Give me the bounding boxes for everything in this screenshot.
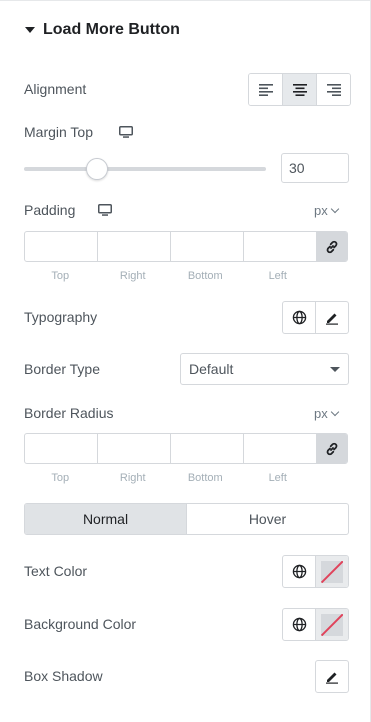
box-shadow-label: Box Shadow: [24, 668, 103, 684]
padding-inputs: [24, 231, 348, 262]
caret-down-icon: [25, 27, 35, 33]
global-typography-button[interactable]: [283, 302, 316, 333]
align-right-button[interactable]: [317, 74, 350, 105]
global-color-button[interactable]: [283, 609, 316, 640]
align-right-icon: [326, 83, 341, 96]
radius-top-input[interactable]: [25, 434, 98, 463]
side-label-top: Top: [51, 270, 70, 282]
border-radius-unit: px: [314, 406, 328, 421]
border-radius-label: Border Radius: [24, 405, 114, 421]
chevron-down-icon: [330, 204, 339, 214]
alignment-label: Alignment: [24, 81, 87, 97]
typography-label: Typography: [24, 309, 98, 325]
side-label-right: Right: [119, 270, 146, 282]
globe-icon: [292, 310, 306, 325]
pencil-icon: [326, 672, 338, 684]
side-label-bottom: Bottom: [187, 270, 223, 282]
desktop-icon[interactable]: [98, 204, 112, 216]
align-left-button[interactable]: [249, 74, 283, 105]
background-color-picker[interactable]: [316, 609, 348, 640]
box-shadow-controls: [315, 660, 349, 693]
padding-unit-select[interactable]: px: [314, 203, 339, 218]
align-center-icon: [292, 83, 307, 96]
align-center-button[interactable]: [283, 74, 317, 105]
dropdown-arrow-icon: [330, 366, 340, 372]
margin-top-slider-handle[interactable]: [85, 158, 108, 180]
globe-icon: [292, 564, 306, 579]
section-toggle[interactable]: Load More Button: [25, 21, 180, 39]
section-title: Load More Button: [43, 21, 180, 38]
border-type-label: Border Type: [24, 361, 101, 377]
chevron-down-icon: [330, 407, 339, 417]
radius-left-input[interactable]: [244, 434, 317, 463]
padding-bottom-input[interactable]: [171, 232, 244, 261]
edit-box-shadow-button[interactable]: [316, 661, 348, 692]
pencil-icon: [326, 313, 338, 325]
globe-icon: [292, 617, 306, 632]
side-label-right: Right: [119, 472, 146, 484]
desktop-icon[interactable]: [119, 126, 133, 138]
padding-label: Padding: [24, 202, 76, 218]
border-radius-unit-select[interactable]: px: [314, 406, 339, 421]
border-type-select[interactable]: Default: [180, 353, 349, 385]
side-label-top: Top: [51, 472, 70, 484]
margin-top-slider-track[interactable]: [24, 167, 266, 171]
typography-controls: [282, 301, 349, 334]
text-color-picker[interactable]: [316, 556, 348, 587]
text-color-label: Text Color: [24, 563, 88, 579]
padding-side-labels: Top Right Bottom Left: [24, 270, 314, 282]
padding-right-input[interactable]: [98, 232, 171, 261]
state-tabs: Normal Hover: [24, 503, 349, 535]
side-label-left: Left: [268, 472, 287, 484]
tab-hover[interactable]: Hover: [186, 504, 348, 534]
side-label-left: Left: [268, 270, 287, 282]
margin-top-input[interactable]: 30: [281, 153, 349, 183]
edit-typography-button[interactable]: [316, 302, 348, 333]
radius-right-input[interactable]: [98, 434, 171, 463]
tab-normal[interactable]: Normal: [25, 504, 186, 534]
padding-left-input[interactable]: [244, 232, 317, 261]
margin-top-label: Margin Top: [24, 124, 94, 140]
color-swatch-empty: [321, 560, 343, 583]
color-swatch-empty: [321, 613, 343, 636]
link-icon: [326, 240, 338, 253]
link-values-button[interactable]: [317, 434, 347, 463]
padding-unit: px: [314, 203, 328, 218]
background-color-controls: [282, 608, 349, 641]
align-left-icon: [258, 83, 273, 96]
alignment-control: [248, 73, 351, 106]
radius-bottom-input[interactable]: [171, 434, 244, 463]
text-color-controls: [282, 555, 349, 588]
background-color-label: Background Color: [24, 616, 137, 632]
side-label-bottom: Bottom: [187, 472, 223, 484]
border-radius-side-labels: Top Right Bottom Left: [24, 472, 314, 484]
padding-top-input[interactable]: [25, 232, 98, 261]
global-color-button[interactable]: [283, 556, 316, 587]
link-values-button[interactable]: [317, 232, 347, 261]
top-divider: [0, 0, 371, 1]
border-type-value: Default: [189, 361, 234, 377]
border-radius-inputs: [24, 433, 348, 464]
link-icon: [326, 442, 338, 455]
